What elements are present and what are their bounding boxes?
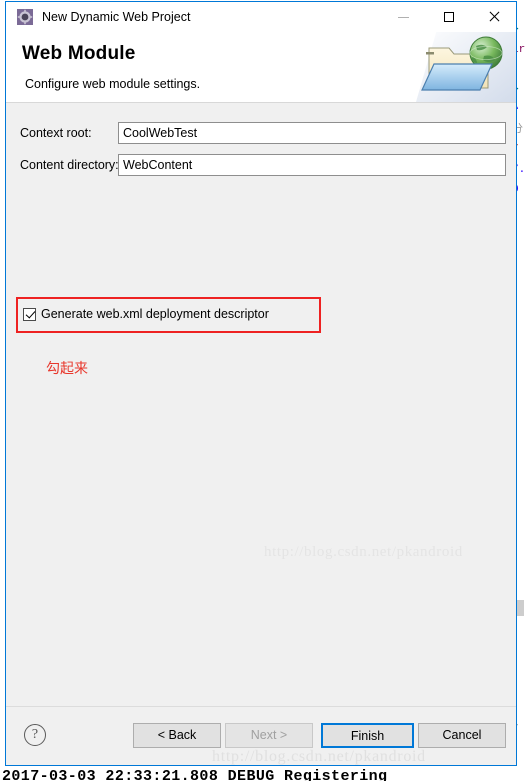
annotation-text: 勾起来 [46, 361, 88, 377]
dialog-header: Web Module Configure web module settings… [6, 32, 516, 103]
close-icon [488, 11, 500, 23]
generate-webxml-label: Generate web.xml deployment descriptor [41, 307, 269, 321]
watermark-middle: http://blog.csdn.net/pkandroid [264, 544, 463, 560]
content-directory-input[interactable] [118, 154, 506, 176]
maximize-icon [443, 12, 454, 22]
background-log-line: 2017-03-03 22:33:21.808 DEBUG Registerin… [2, 768, 388, 781]
content-directory-label: Content directory: [20, 158, 119, 172]
page-subtitle: Configure web module settings. [25, 77, 201, 91]
background-console-strip: 2017-03-03 22:33:21.808 DEBUG Registerin… [0, 766, 525, 781]
new-dynamic-web-project-dialog: New Dynamic Web Project Web Module Confi… [5, 1, 517, 766]
content-directory-row: Content directory: [6, 154, 516, 176]
generate-webxml-checkbox-row[interactable]: Generate web.xml deployment descriptor [23, 307, 269, 321]
close-button[interactable] [471, 2, 516, 32]
dialog-body: Context root: Content directory: Generat… [6, 103, 516, 706]
cancel-button[interactable]: Cancel [418, 723, 506, 748]
minimize-button[interactable] [381, 2, 426, 32]
page-title: Web Module [22, 43, 136, 64]
maximize-button[interactable] [426, 2, 471, 32]
context-root-label: Context root: [20, 126, 92, 140]
context-root-row: Context root: [6, 122, 516, 144]
generate-webxml-checkbox[interactable] [23, 307, 36, 321]
context-root-input[interactable] [118, 122, 506, 144]
eclipse-project-icon [17, 9, 33, 25]
dialog-button-bar: ? < Back Next > Finish Cancel [6, 706, 516, 765]
web-folder-globe-icon [406, 32, 516, 102]
help-icon[interactable]: ? [24, 724, 46, 746]
next-button: Next > [225, 723, 313, 748]
dialog-title: New Dynamic Web Project [42, 10, 191, 24]
minimize-icon [398, 16, 409, 18]
finish-button[interactable]: Finish [321, 723, 414, 748]
window-controls [381, 2, 516, 32]
dialog-titlebar: New Dynamic Web Project [6, 2, 516, 32]
back-button[interactable]: < Back [133, 723, 221, 748]
